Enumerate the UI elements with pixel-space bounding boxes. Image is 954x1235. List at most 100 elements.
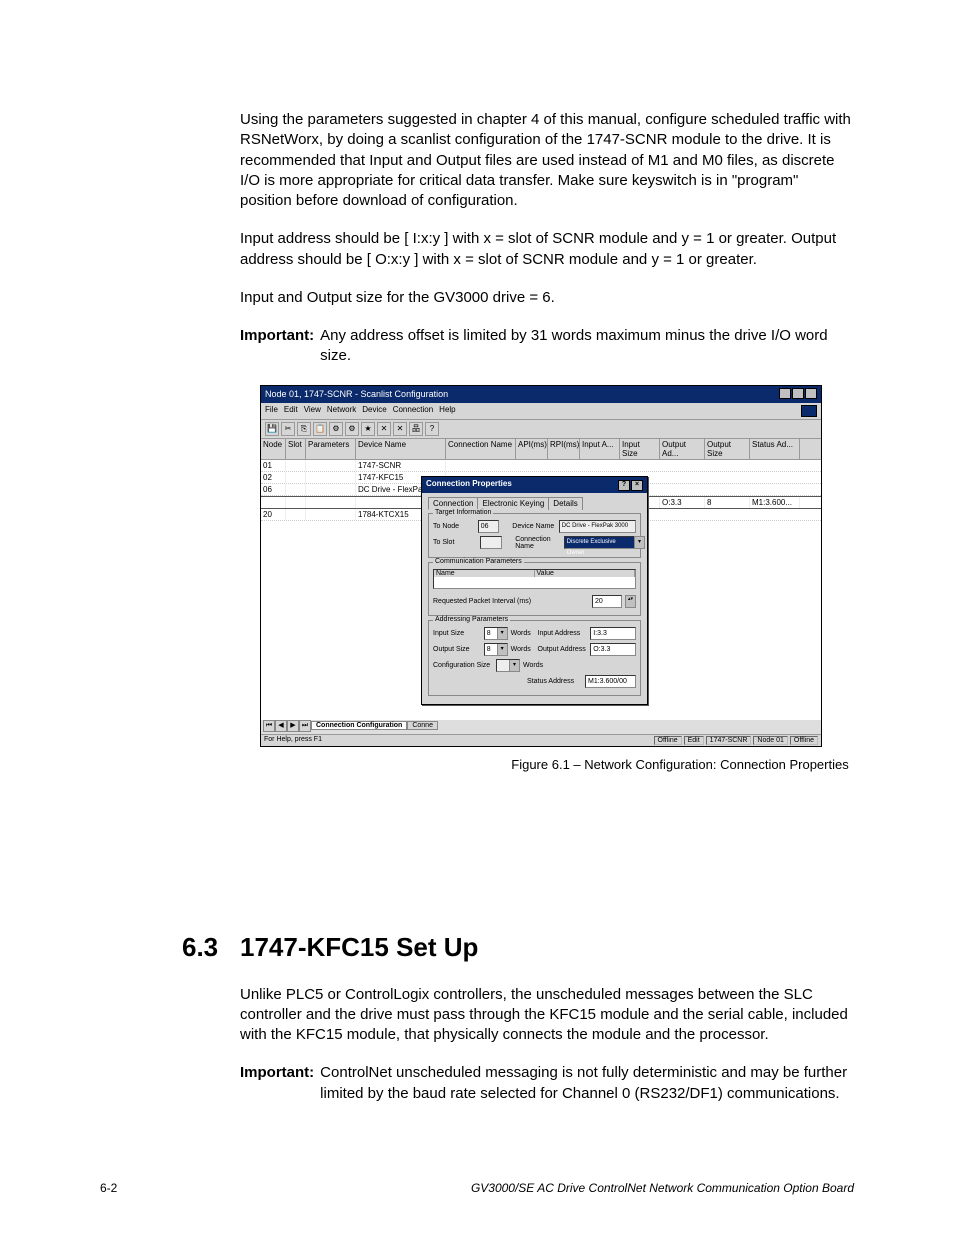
footer-title: GV3000/SE AC Drive ControlNet Network Co… — [471, 1181, 854, 1195]
dialog-help-icon[interactable]: ? — [618, 480, 630, 491]
select-output-size[interactable]: 8 — [484, 643, 508, 656]
dialog-close-icon[interactable]: × — [631, 480, 643, 491]
col-output-size[interactable]: Output Size — [705, 439, 750, 459]
section-title: 1747-KFC15 Set Up — [240, 932, 478, 963]
grid-header: Node Slot Parameters Device Name Connect… — [261, 439, 821, 460]
col-value: Value — [535, 570, 636, 577]
select-config-size[interactable] — [496, 659, 520, 672]
label-words: Words — [511, 646, 535, 653]
tool-icon[interactable]: ✕ — [377, 422, 391, 436]
menu-edit[interactable]: Edit — [284, 405, 298, 417]
menu-bar: File Edit View Network Device Connection… — [261, 403, 821, 420]
connection-properties-dialog: Connection Properties ?× Connection Elec… — [421, 476, 648, 705]
input-to-slot[interactable] — [480, 536, 502, 549]
col-output-addr[interactable]: Output Ad... — [660, 439, 705, 459]
input-output-addr[interactable]: O:3.3 — [590, 643, 636, 656]
col-connection-name[interactable]: Connection Name — [446, 439, 516, 459]
minimize-icon[interactable] — [779, 388, 791, 399]
prev-icon[interactable]: ◀ — [275, 720, 287, 732]
menubar-right-icon[interactable] — [801, 405, 817, 417]
next-icon[interactable]: ▶ — [287, 720, 299, 732]
menu-file[interactable]: File — [265, 405, 278, 417]
label-to-node: To Node — [433, 523, 475, 530]
important-note-2: Important: ControlNet unscheduled messag… — [240, 1063, 854, 1104]
tool-icon[interactable]: ⚙ — [345, 422, 359, 436]
tool-icon[interactable]: ★ — [361, 422, 375, 436]
param-table: Name Value — [433, 569, 636, 589]
select-conn-name[interactable]: Discrete Exclusive Owner — [564, 536, 636, 549]
paste-icon[interactable]: 📋 — [313, 422, 327, 436]
menu-connection[interactable]: Connection — [393, 405, 433, 417]
table-row[interactable]: 01 1747-SCNR — [261, 460, 821, 472]
col-api[interactable]: API(ms) — [516, 439, 548, 459]
input-status-addr[interactable]: M1:3.600/00 — [585, 675, 636, 688]
label-output-size: Output Size — [433, 646, 481, 653]
window-controls[interactable] — [778, 388, 817, 401]
copy-icon[interactable]: ⎘ — [297, 422, 311, 436]
important-label: Important: — [240, 326, 320, 367]
important-label: Important: — [240, 1063, 320, 1104]
label-words: Words — [511, 630, 535, 637]
input-device-name[interactable]: DC Drive - FlexPak 3000 — [559, 520, 636, 533]
last-icon[interactable]: ⏭ — [299, 720, 311, 732]
status-offline: Offline — [654, 736, 682, 745]
status-node: Node 01 — [753, 736, 787, 745]
menu-device[interactable]: Device — [362, 405, 386, 417]
tool-icon[interactable]: ⚙ — [329, 422, 343, 436]
col-device-name[interactable]: Device Name — [356, 439, 446, 459]
label-to-slot: To Slot — [433, 539, 477, 546]
paragraph-3: Input and Output size for the GV3000 dri… — [240, 288, 854, 308]
spinner-icon[interactable]: ▴▾ — [625, 595, 636, 608]
help-icon[interactable]: ? — [425, 422, 439, 436]
status-help: For Help, press F1 — [264, 736, 322, 745]
col-status-addr[interactable]: Status Ad... — [750, 439, 800, 459]
label-conn-name: Connection Name — [515, 536, 560, 550]
page-number: 6-2 — [100, 1181, 117, 1195]
figure-caption: Figure 6.1 – Network Configuration: Conn… — [400, 757, 954, 772]
group-legend: Addressing Parameters — [433, 616, 510, 623]
tab-connection-config[interactable]: Connection Configuration — [311, 721, 407, 730]
paragraph-1: Using the parameters suggested in chapte… — [240, 110, 854, 211]
label-input-size: Input Size — [433, 630, 481, 637]
col-slot[interactable]: Slot — [286, 439, 306, 459]
important-note-1: Important: Any address offset is limited… — [240, 326, 854, 367]
group-legend: Communication Parameters — [433, 558, 524, 565]
tab-details[interactable]: Details — [548, 497, 582, 510]
input-to-node[interactable]: 06 — [478, 520, 500, 533]
group-target-info: Target Information To Node 06 Device Nam… — [428, 513, 641, 558]
tool-icon[interactable]: ✕ — [393, 422, 407, 436]
status-offline2: Offline — [790, 736, 818, 745]
cut-icon[interactable]: ✂ — [281, 422, 295, 436]
label-words: Words — [523, 662, 547, 669]
label-rpi: Requested Packet Interval (ms) — [433, 598, 589, 605]
close-icon[interactable] — [805, 388, 817, 399]
status-device: 1747-SCNR — [706, 736, 752, 745]
group-comm-params: Communication Parameters Name Value Requ… — [428, 562, 641, 616]
group-addressing: Addressing Parameters Input Size 8 Words… — [428, 620, 641, 696]
input-input-addr[interactable]: I:3.3 — [590, 627, 636, 640]
paragraph-2: Input address should be [ I:x:y ] with x… — [240, 229, 854, 270]
col-rpi[interactable]: RPI(ms) — [548, 439, 580, 459]
important-text: ControlNet unscheduled messaging is not … — [320, 1063, 854, 1104]
window-title: Node 01, 1747-SCNR - Scanlist Configurat… — [265, 389, 448, 399]
menu-network[interactable]: Network — [327, 405, 356, 417]
col-input-size[interactable]: Input Size — [620, 439, 660, 459]
select-input-size[interactable]: 8 — [484, 627, 508, 640]
screenshot-figure: Node 01, 1747-SCNR - Scanlist Configurat… — [260, 385, 822, 747]
maximize-icon[interactable] — [792, 388, 804, 399]
label-input-addr: Input Address — [538, 630, 588, 637]
first-icon[interactable]: ⏮ — [263, 720, 275, 732]
col-node[interactable]: Node — [261, 439, 286, 459]
dialog-titlebar: Connection Properties ?× — [422, 477, 647, 493]
tree-icon[interactable]: 品 — [409, 422, 423, 436]
menu-view[interactable]: View — [304, 405, 321, 417]
input-rpi[interactable]: 20 — [592, 595, 622, 608]
col-parameters[interactable]: Parameters — [306, 439, 356, 459]
menu-help[interactable]: Help — [439, 405, 455, 417]
col-input-addr[interactable]: Input A... — [580, 439, 620, 459]
status-bar: For Help, press F1 Offline Edit 1747-SCN… — [261, 734, 821, 746]
tab-conne[interactable]: Conne — [407, 721, 438, 730]
save-icon[interactable]: 💾 — [265, 422, 279, 436]
label-output-addr: Output Address — [538, 646, 588, 653]
toolbar: 💾 ✂ ⎘ 📋 ⚙ ⚙ ★ ✕ ✕ 品 ? — [261, 420, 821, 439]
